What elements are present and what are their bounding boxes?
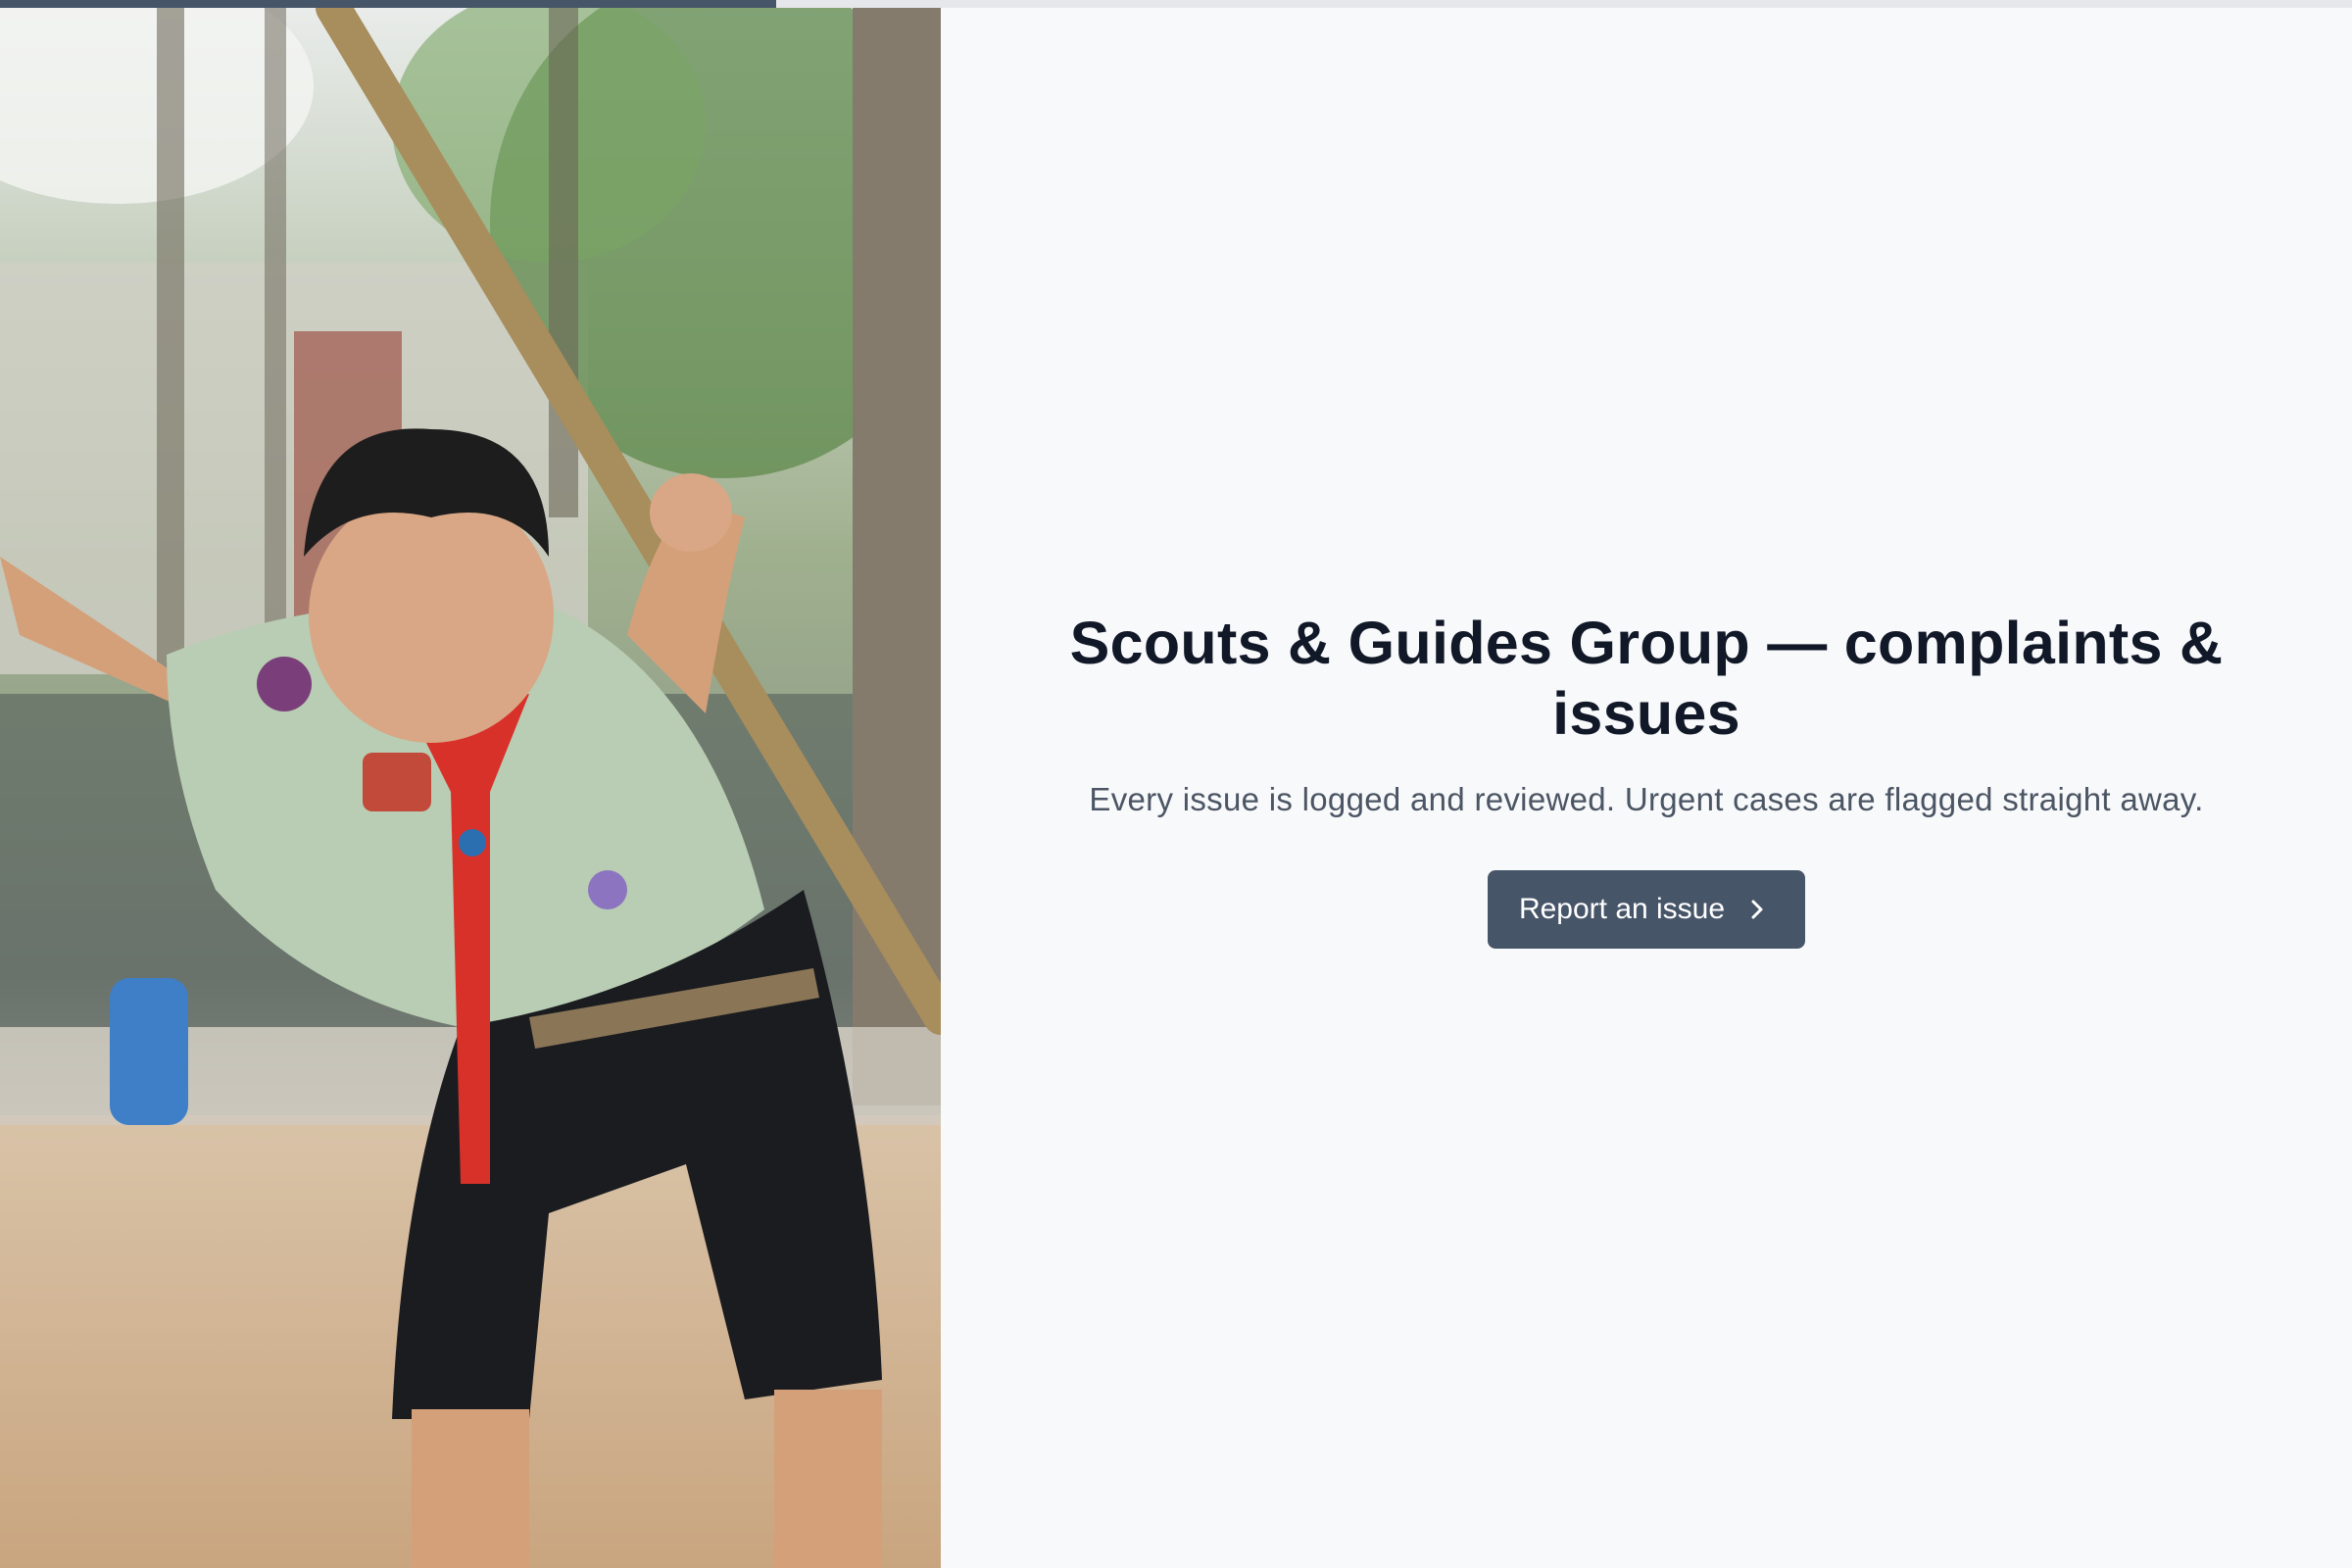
page: Scouts & Guides Group — complaints & iss…	[0, 0, 2352, 1568]
report-issue-button-label: Report an issue	[1518, 893, 1726, 925]
report-issue-button[interactable]: Report an issue	[1487, 870, 1806, 949]
progress-bar	[0, 0, 2352, 8]
page-subtitle: Every issue is logged and reviewed. Urge…	[1089, 781, 2204, 817]
hero-content: Scouts & Guides Group — complaints & iss…	[941, 8, 2352, 1568]
page-title: Scouts & Guides Group — complaints & iss…	[1069, 610, 2224, 747]
chevron-right-icon	[1746, 899, 1768, 920]
hero-photo	[0, 8, 941, 1568]
progress-bar-fill	[0, 0, 776, 8]
scout-photo-illustration	[0, 8, 941, 1568]
